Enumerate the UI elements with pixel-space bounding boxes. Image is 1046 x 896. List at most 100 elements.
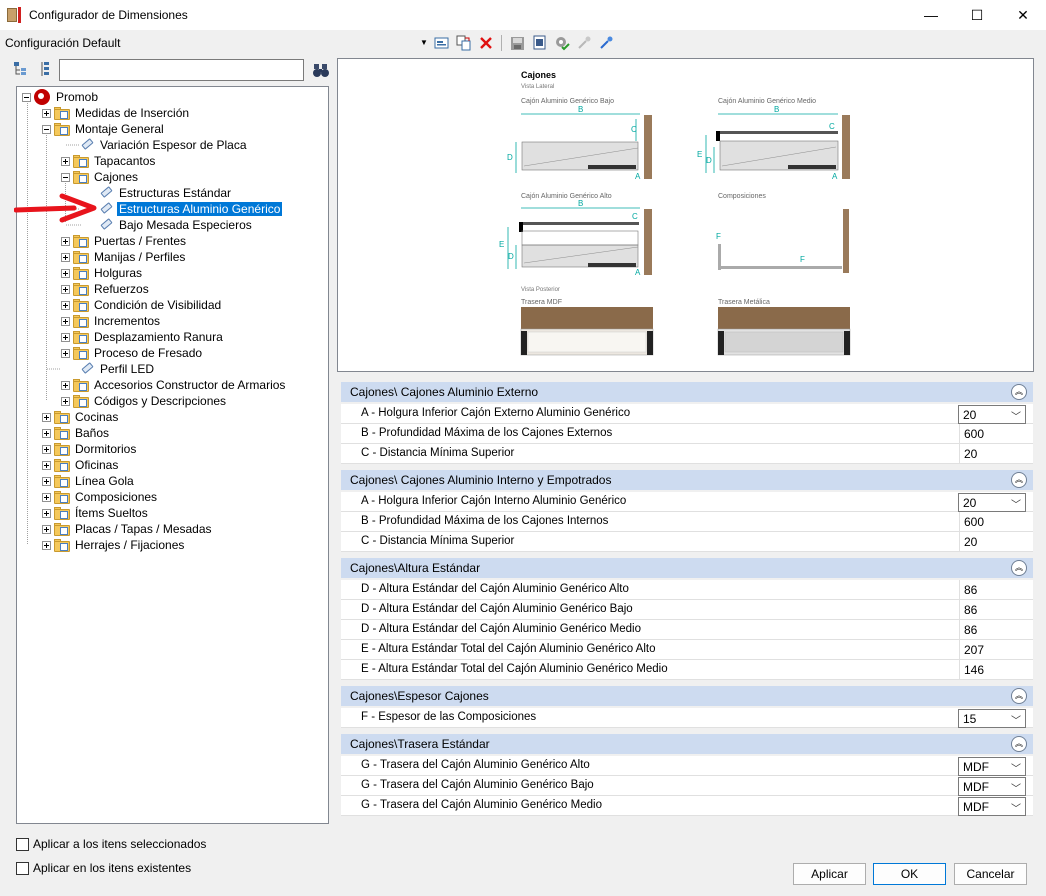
- value-field[interactable]: 600: [959, 424, 1026, 444]
- value-field[interactable]: 86: [959, 620, 1026, 640]
- binoculars-search-icon[interactable]: [312, 61, 330, 79]
- apply-button[interactable]: Aplicar: [793, 863, 866, 885]
- collapse-section-icon[interactable]: ︽: [1011, 560, 1027, 576]
- value-dropdown[interactable]: 20 ﹀: [958, 405, 1026, 424]
- collapse-section-icon[interactable]: ︽: [1011, 472, 1027, 488]
- expand-icon[interactable]: [42, 428, 51, 438]
- expand-icon[interactable]: [61, 316, 70, 326]
- tree-node-holguras[interactable]: Holguras: [61, 265, 144, 281]
- value-field[interactable]: 207: [959, 640, 1026, 660]
- expand-icon[interactable]: [61, 300, 70, 310]
- maximize-button[interactable]: ☐: [954, 0, 1000, 30]
- tree-node-variacion-espesor[interactable]: Variación Espesor de Placa: [79, 137, 249, 153]
- tree-node-medidas-insercion[interactable]: Medidas de Inserción: [42, 105, 191, 121]
- value-dropdown[interactable]: MDF ﹀: [958, 777, 1026, 796]
- section-cajones-aluminio-interno[interactable]: Cajones\ Cajones Aluminio Interno y Empo…: [341, 470, 1033, 490]
- expand-icon[interactable]: [42, 540, 51, 550]
- value-field[interactable]: 86: [959, 600, 1026, 620]
- tree-node-linea-gola[interactable]: Línea Gola: [42, 473, 136, 489]
- value-dropdown[interactable]: MDF ﹀: [958, 797, 1026, 816]
- tree-node-cajones[interactable]: Cajones: [61, 169, 140, 185]
- collapse-icon[interactable]: [61, 172, 70, 182]
- tree-node-dormitorios[interactable]: Dormitorios: [42, 441, 138, 457]
- section-altura-estandar[interactable]: Cajones\Altura Estándar ︽: [341, 558, 1033, 578]
- tree-node-accesorios-constructor[interactable]: Accesorios Constructor de Armarios: [61, 377, 287, 393]
- expand-icon[interactable]: [61, 156, 70, 166]
- new-config-icon[interactable]: [432, 34, 451, 53]
- expand-icon[interactable]: [61, 236, 70, 246]
- value-field[interactable]: 86: [959, 580, 1026, 600]
- tree-node-bajo-mesada[interactable]: Bajo Mesada Especieros: [98, 217, 254, 233]
- collapse-section-icon[interactable]: ︽: [1011, 384, 1027, 400]
- tree-node-placas-tapas-mesadas[interactable]: Placas / Tapas / Mesadas: [42, 521, 214, 537]
- tree-node-cocinas[interactable]: Cocinas: [42, 409, 120, 425]
- expand-tree-icon[interactable]: [12, 60, 30, 78]
- expand-icon[interactable]: [42, 492, 51, 502]
- value-dropdown[interactable]: 15 ﹀: [958, 709, 1026, 728]
- tree-node-oficinas[interactable]: Oficinas: [42, 457, 120, 473]
- tool-edit-icon[interactable]: [596, 34, 615, 53]
- tree-node-banos[interactable]: Baños: [42, 425, 111, 441]
- tree-node-manijas-perfiles[interactable]: Manijas / Perfiles: [61, 249, 187, 265]
- expand-icon[interactable]: [42, 412, 51, 422]
- tree-node-puertas-frentes[interactable]: Puertas / Frentes: [61, 233, 188, 249]
- apply-existing-checkbox[interactable]: [16, 861, 29, 875]
- tree-node-condicion-visibilidad[interactable]: Condición de Visibilidad: [61, 297, 223, 313]
- collapse-section-icon[interactable]: ︽: [1011, 736, 1027, 752]
- expand-icon[interactable]: [61, 348, 70, 358]
- tree-node-perfil-led[interactable]: Perfil LED: [79, 361, 156, 377]
- value-field[interactable]: 600: [959, 512, 1026, 532]
- save-icon[interactable]: [508, 34, 527, 53]
- export-icon[interactable]: [530, 34, 549, 53]
- tree-node-composiciones[interactable]: Composiciones: [42, 489, 159, 505]
- close-button[interactable]: ✕: [1000, 0, 1046, 30]
- tree-node-desplazamiento-ranura[interactable]: Desplazamiento Ranura: [61, 329, 225, 345]
- expand-icon[interactable]: [61, 284, 70, 294]
- minimize-button[interactable]: —: [908, 0, 954, 30]
- configuration-dropdown[interactable]: Configuración Default: [5, 36, 120, 50]
- tree-node-tapacantos[interactable]: Tapacantos: [61, 153, 157, 169]
- expand-icon[interactable]: [42, 444, 51, 454]
- expand-icon[interactable]: [61, 380, 70, 390]
- collapse-tree-icon[interactable]: [38, 60, 56, 78]
- tree-node-refuerzos[interactable]: Refuerzos: [61, 281, 151, 297]
- section-trasera-estandar[interactable]: Cajones\Trasera Estándar ︽: [341, 734, 1033, 754]
- cancel-button[interactable]: Cancelar: [954, 863, 1027, 885]
- value-field[interactable]: 20: [959, 532, 1026, 552]
- apply-existing-option[interactable]: Aplicar en los itens existentes: [16, 861, 191, 875]
- settings-check-icon[interactable]: [552, 34, 571, 53]
- delete-icon[interactable]: [476, 34, 495, 53]
- section-cajones-aluminio-externo[interactable]: Cajones\ Cajones Aluminio Externo ︽: [341, 382, 1033, 402]
- expand-icon[interactable]: [42, 108, 51, 118]
- expand-icon[interactable]: [61, 268, 70, 278]
- tree-node-estructuras-estandar[interactable]: Estructuras Estándar: [98, 185, 233, 201]
- ok-button[interactable]: OK: [873, 863, 946, 885]
- value-dropdown[interactable]: 20 ﹀: [958, 493, 1026, 512]
- copy-config-icon[interactable]: [454, 34, 473, 53]
- collapse-icon[interactable]: [42, 124, 51, 134]
- expand-icon[interactable]: [42, 460, 51, 470]
- expand-icon[interactable]: [61, 252, 70, 262]
- tree-node-items-sueltos[interactable]: Ítems Sueltos: [42, 505, 150, 521]
- tree-node-promob[interactable]: Promob: [22, 89, 100, 105]
- expand-icon[interactable]: [42, 508, 51, 518]
- dropdown-arrow-icon[interactable]: ▼: [420, 38, 428, 47]
- value-field[interactable]: 146: [959, 660, 1026, 680]
- expand-icon[interactable]: [61, 332, 70, 342]
- tree-node-herrajes-fijaciones[interactable]: Herrajes / Fijaciones: [42, 537, 186, 553]
- tree-node-montaje-general[interactable]: Montaje General: [42, 121, 166, 137]
- tool-disabled-icon[interactable]: [574, 34, 593, 53]
- expand-icon[interactable]: [42, 524, 51, 534]
- tree-search-input[interactable]: [59, 59, 304, 81]
- collapse-icon[interactable]: [22, 92, 31, 102]
- section-espesor-cajones[interactable]: Cajones\Espesor Cajones ︽: [341, 686, 1033, 706]
- value-field[interactable]: 20: [959, 444, 1026, 464]
- tree-node-incrementos[interactable]: Incrementos: [61, 313, 162, 329]
- collapse-section-icon[interactable]: ︽: [1011, 688, 1027, 704]
- tree-node-codigos-descripciones[interactable]: Códigos y Descripciones: [61, 393, 228, 409]
- expand-icon[interactable]: [61, 396, 70, 406]
- expand-icon[interactable]: [42, 476, 51, 486]
- tree-node-proceso-fresado[interactable]: Proceso de Fresado: [61, 345, 204, 361]
- apply-selected-checkbox[interactable]: [16, 837, 29, 851]
- apply-selected-option[interactable]: Aplicar a los itens seleccionados: [16, 837, 206, 851]
